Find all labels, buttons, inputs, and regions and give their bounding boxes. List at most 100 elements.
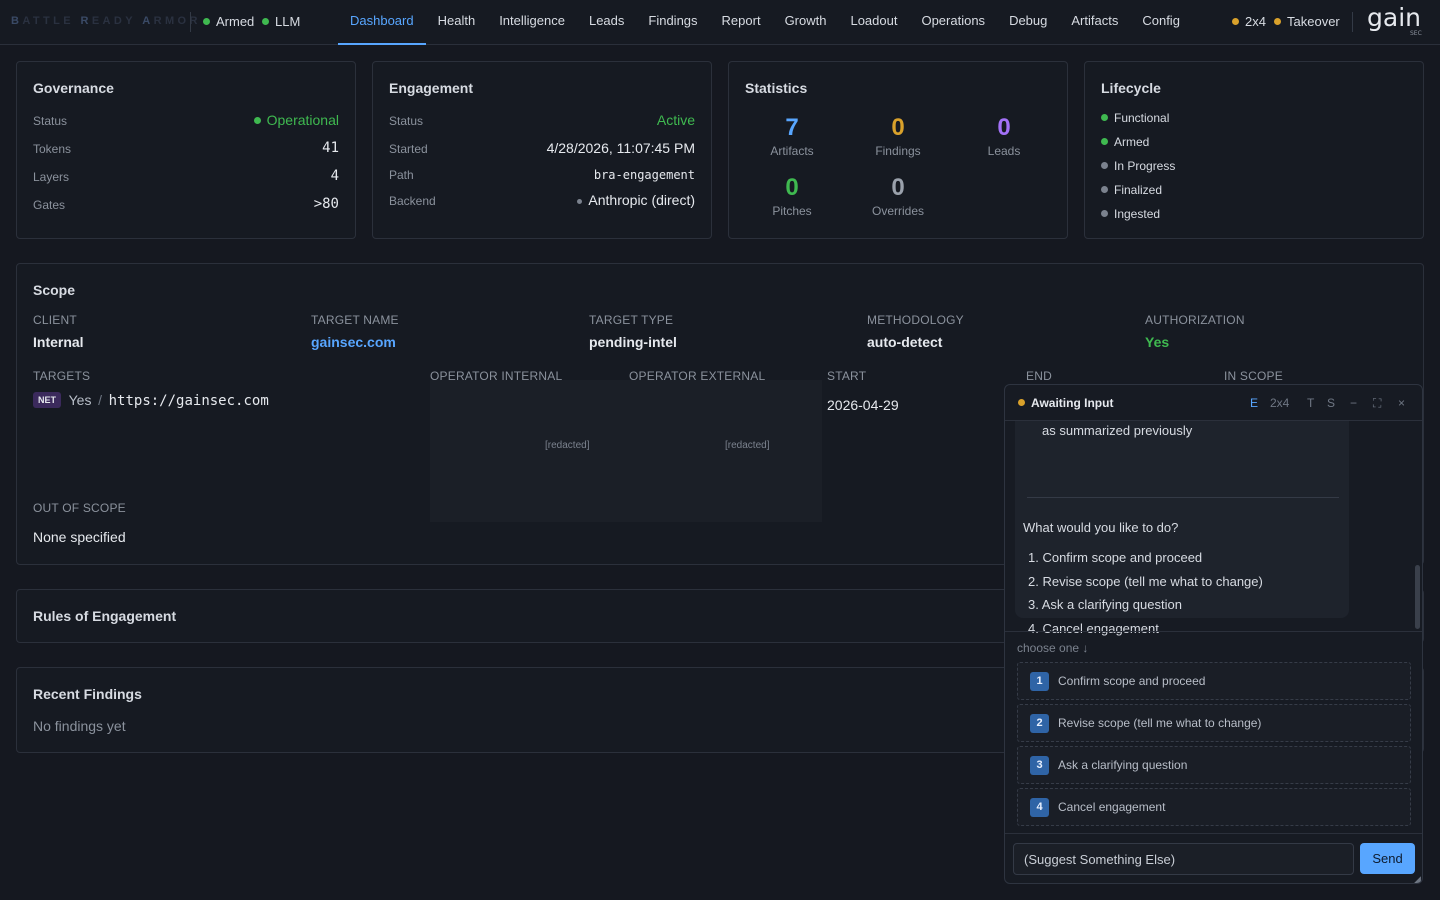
t-toggle-button[interactable]: T (1307, 396, 1314, 410)
operator-internal-value: [redacted] (545, 440, 590, 451)
stat-pitches[interactable]: 0 Pitches (747, 174, 837, 218)
status-dot-icon (1101, 162, 1108, 169)
target-name-label: TARGET NAME (311, 313, 399, 327)
row-value: 4/28/2026, 11:07:45 PM (546, 140, 695, 156)
methodology-label: METHODOLOGY (867, 313, 964, 327)
governance-status-row: Status Operational (33, 112, 339, 132)
mode-2x4-button[interactable]: 2x4 (1270, 396, 1289, 410)
option-number: 1 (1030, 672, 1049, 691)
tab-intelligence[interactable]: Intelligence (487, 0, 577, 45)
top-bar: BATTLE READY ARMOR Armed LLM Dashboard H… (0, 0, 1440, 45)
start-label: START (827, 369, 867, 383)
authorization-value: Yes (1145, 334, 1170, 350)
row-label: Gates (33, 198, 66, 212)
scrollbar-thumb[interactable] (1415, 565, 1420, 629)
message-list-item: 2. Revise scope (tell me what to change) (1028, 574, 1263, 589)
tab-operations[interactable]: Operations (909, 0, 997, 45)
operator-external-label: OPERATOR EXTERNAL (629, 369, 766, 383)
row-value: Anthropic (direct) (577, 192, 695, 208)
governance-card: Governance Status Operational Tokens 41 … (16, 61, 356, 239)
svg-text:SEC: SEC (1410, 30, 1422, 37)
message-input[interactable] (1013, 843, 1354, 875)
s-toggle-button[interactable]: S (1327, 396, 1335, 410)
row-value: 41 (322, 140, 339, 156)
card-title: Governance (33, 80, 114, 96)
stat-overrides[interactable]: 0 Overrides (853, 174, 943, 218)
close-icon[interactable]: × (1398, 396, 1405, 410)
lifecycle-step-finalized: Finalized (1101, 183, 1162, 197)
stat-label: Artifacts (770, 144, 814, 158)
client-value: Internal (33, 334, 84, 350)
row-label: Backend (389, 194, 436, 208)
tab-findings[interactable]: Findings (636, 0, 709, 45)
status-dot-icon (1101, 186, 1108, 193)
tab-config[interactable]: Config (1130, 0, 1192, 45)
out-of-scope-label: OUT OF SCOPE (33, 501, 126, 515)
section-title: Recent Findings (33, 686, 142, 702)
expand-icon[interactable]: ⛶ (1373, 396, 1381, 411)
panel-header: Awaiting Input E 2x4 T S − ⛶ × (1005, 385, 1422, 421)
row-value: >80 (313, 196, 339, 212)
in-scope-label: IN SCOPE (1224, 369, 1283, 383)
row-label: Path (389, 168, 414, 182)
tab-growth[interactable]: Growth (773, 0, 839, 45)
stat-findings[interactable]: 0 Findings (853, 114, 943, 158)
targets-label: TARGETS (33, 369, 91, 383)
tab-report[interactable]: Report (710, 0, 773, 45)
row-label: Status (389, 114, 424, 128)
empty-state-text: No findings yet (33, 718, 126, 734)
status-dot-icon (203, 18, 210, 25)
target-type-label: TARGET TYPE (589, 313, 674, 327)
e-toggle-button[interactable]: E (1250, 396, 1258, 410)
resize-handle-icon[interactable]: ◢ (1414, 874, 1421, 883)
engagement-path-row: Path bra-engagement (389, 166, 695, 186)
target-entry: NET Yes / https://gainsec.com (33, 392, 269, 412)
operator-internal-label: OPERATOR INTERNAL (430, 369, 563, 383)
row-value: Operational (253, 112, 339, 128)
option-clarifying-question[interactable]: 3 Ask a clarifying question (1017, 746, 1411, 784)
target-name-link[interactable]: gainsec.com (311, 334, 396, 350)
minimize-icon[interactable]: − (1350, 396, 1357, 410)
armed-indicator: Armed (203, 14, 254, 29)
row-label: Started (389, 142, 428, 156)
status-dot-icon (253, 117, 261, 124)
mode-indicator[interactable]: 2x4 (1232, 14, 1266, 29)
out-of-scope-value: None specified (33, 529, 126, 545)
stat-value: 0 (891, 174, 905, 201)
stat-artifacts[interactable]: 7 Artifacts (747, 114, 837, 158)
lifecycle-step-functional: Functional (1101, 111, 1169, 125)
tab-dashboard[interactable]: Dashboard (338, 0, 426, 45)
send-button[interactable]: Send (1360, 843, 1415, 874)
tab-debug[interactable]: Debug (997, 0, 1059, 45)
authorization-label: AUTHORIZATION (1145, 313, 1245, 327)
client-label: CLIENT (33, 313, 77, 327)
card-title: Lifecycle (1101, 80, 1161, 96)
main-nav: Dashboard Health Intelligence Leads Find… (338, 0, 1192, 45)
option-revise-scope[interactable]: 2 Revise scope (tell me what to change) (1017, 704, 1411, 742)
stat-value: 7 (785, 114, 799, 141)
option-label: Ask a clarifying question (1058, 758, 1188, 772)
row-value: bra-engagement (593, 168, 695, 182)
stat-leads[interactable]: 0 Leads (959, 114, 1049, 158)
message-list-item: 4. Cancel engagement (1028, 621, 1159, 636)
stat-label: Leads (987, 144, 1021, 158)
end-label: END (1026, 369, 1052, 383)
divider (190, 12, 191, 32)
status-dot-icon (1101, 114, 1108, 121)
stat-label: Pitches (772, 204, 812, 218)
message-list-item: 1. Confirm scope and proceed (1028, 550, 1203, 565)
option-cancel-engagement[interactable]: 4 Cancel engagement (1017, 788, 1411, 826)
row-value: 4 (330, 168, 339, 184)
tab-health[interactable]: Health (426, 0, 488, 45)
stat-label: Overrides (871, 204, 924, 218)
tab-leads[interactable]: Leads (577, 0, 636, 45)
governance-tokens-row: Tokens 41 (33, 140, 339, 160)
option-confirm-scope[interactable]: 1 Confirm scope and proceed (1017, 662, 1411, 700)
brand-wordmark: BATTLE READY ARMOR (11, 15, 201, 27)
stat-value: 0 (997, 114, 1011, 141)
tab-artifacts[interactable]: Artifacts (1059, 0, 1130, 45)
status-dot-icon (1232, 18, 1239, 25)
start-value: 2026-04-29 (827, 397, 899, 413)
tab-loadout[interactable]: Loadout (838, 0, 909, 45)
takeover-indicator[interactable]: Takeover (1274, 14, 1340, 29)
